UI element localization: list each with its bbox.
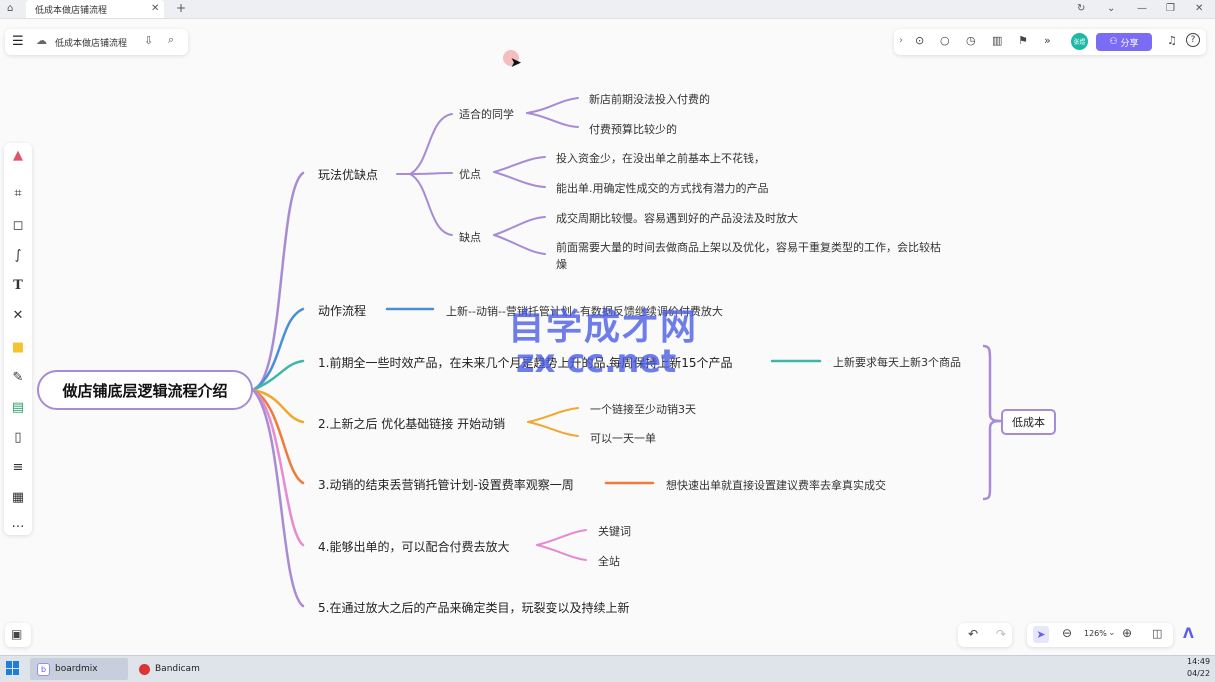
connector-sub3-l1	[493, 216, 546, 236]
zoom-panel: ➤ ⊖ 126% ⌄ ⊕ ◫	[1027, 623, 1173, 647]
zoom-out-icon[interactable]: ⊖	[1062, 626, 1072, 640]
boardmix-app-icon: b	[37, 662, 50, 676]
fit-view-icon[interactable]: ◫	[1152, 627, 1162, 640]
zoom-in-icon[interactable]: ⊕	[1122, 626, 1132, 640]
connector-root-b3	[251, 359, 305, 392]
summary-node-low-cost[interactable]: 低成本	[1001, 409, 1056, 435]
leaf-step-1[interactable]: 上新要求每天上新3个商品	[833, 354, 961, 370]
branch-step-4[interactable]: 4.能够出单的，可以配合付费去放大	[318, 538, 509, 555]
leaf-step-3[interactable]: 想快速出单就直接设置建议费率去拿真实成交	[666, 477, 886, 493]
taskbar-app-bandicam[interactable]: Bandicam	[132, 658, 230, 680]
branch-pros-cons[interactable]: 玩法优缺点	[318, 166, 378, 183]
connector-b1-sub2	[409, 172, 453, 175]
undo-redo-panel: ↶ ↷	[958, 623, 1012, 647]
mindmap-root-node[interactable]: 做店铺底层逻辑流程介绍	[37, 370, 253, 410]
redo-icon[interactable]: ↷	[996, 627, 1006, 641]
sub-suitable-students[interactable]: 适合的同学	[459, 106, 514, 122]
connector-sub1-l2	[526, 112, 579, 128]
windows-start-icon[interactable]	[6, 661, 20, 675]
zoom-dropdown-icon[interactable]: ⌄	[1108, 628, 1116, 638]
connector-root-b7	[251, 388, 305, 608]
connector-b1-sub3	[409, 173, 453, 236]
branch-step-5[interactable]: 5.在通过放大之后的产品来确定类目，玩裂变以及持续上新	[318, 599, 629, 616]
connector-b1-sub1	[409, 113, 453, 175]
leaf-keywords[interactable]: 关键词	[598, 523, 631, 539]
connector-b6-l2	[536, 544, 587, 561]
leaf-cons-2-line2[interactable]: 燥	[556, 256, 567, 272]
watermark-url: zx cc.net	[516, 342, 677, 380]
ai-assistant-icon[interactable]: Λ	[1183, 626, 1205, 646]
leaf-pros-2[interactable]: 能出单.用确定性成交的方式找有潜力的产品	[556, 180, 769, 196]
summary-bracket	[982, 344, 1002, 501]
minimap-toggle[interactable]: ▣	[5, 623, 31, 647]
leaf-suitable-2[interactable]: 付费预算比较少的	[589, 121, 677, 137]
leaf-step-2-2[interactable]: 可以一天一单	[590, 430, 656, 446]
taskbar-app-boardmix[interactable]: b boardmix	[30, 658, 128, 680]
leaf-whole-site[interactable]: 全站	[598, 553, 620, 569]
branch-step-2[interactable]: 2.上新之后 优化基础链接 开始动销	[318, 415, 505, 432]
connector-b6-l1	[536, 529, 587, 546]
taskbar-app-bandicam-label: Bandicam	[155, 664, 200, 674]
leaf-cons-2-line1[interactable]: 前面需要大量的时间去做商品上架以及优化，容易干重复类型的工作，会比较枯	[556, 239, 941, 255]
leaf-pros-1[interactable]: 投入资金少，在没出单之前基本上不花钱，	[556, 150, 765, 166]
branch-action-flow[interactable]: 动作流程	[318, 302, 366, 319]
sub-cons[interactable]: 缺点	[459, 229, 481, 245]
connector-root-b1	[251, 171, 305, 392]
taskbar-app-boardmix-label: boardmix	[55, 664, 98, 674]
connector-sub2-l2	[493, 171, 546, 188]
connector-sub1-l1	[526, 97, 579, 114]
select-pointer-icon[interactable]: ➤	[1033, 626, 1049, 643]
taskbar-clock-time[interactable]: 14:49	[1187, 657, 1210, 666]
zoom-level[interactable]: 126%	[1084, 629, 1107, 638]
connector-sub3-l2	[493, 234, 546, 255]
sub-pros[interactable]: 优点	[459, 166, 481, 182]
bandicam-record-icon	[139, 663, 150, 675]
connector-b4-l1	[527, 407, 579, 423]
windows-taskbar: b boardmix Bandicam 14:49 04/22	[0, 655, 1215, 682]
connector-root-b2	[251, 307, 305, 392]
taskbar-clock-date[interactable]: 04/22	[1187, 669, 1210, 678]
connector-sub2-l1	[493, 156, 546, 173]
connector-root-b6	[251, 388, 305, 547]
undo-icon[interactable]: ↶	[968, 627, 978, 641]
leaf-step-2-1[interactable]: 一个链接至少动销3天	[590, 401, 696, 417]
branch-step-3[interactable]: 3.动销的结束丢营销托管计划-设置费率观察一周	[318, 476, 574, 493]
leaf-cons-1[interactable]: 成交周期比较慢。容易遇到好的产品没法及时放大	[556, 210, 798, 226]
leaf-suitable-1[interactable]: 新店前期没法投入付费的	[589, 91, 710, 107]
minimap-icon: ▣	[11, 627, 23, 641]
connector-b4-l2	[527, 421, 579, 437]
